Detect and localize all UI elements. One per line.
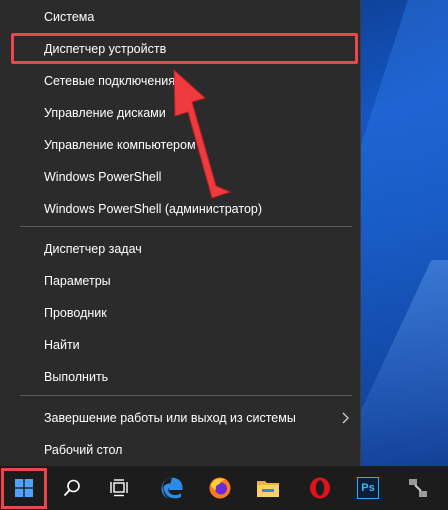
taskbar-search-button[interactable] [48, 466, 96, 510]
task-view-icon [110, 479, 128, 497]
photoshop-icon: Ps [357, 477, 379, 499]
winx-context-menu: Система Диспетчер устройств Сетевые подк… [0, 0, 361, 466]
edge-taskbar-button[interactable] [148, 466, 196, 510]
taskbar: Ps [0, 466, 448, 510]
file-explorer-taskbar-button[interactable] [244, 466, 292, 510]
menu-item-label: Управление компьютером [44, 138, 196, 152]
pinned-app-taskbar-button[interactable] [394, 466, 442, 510]
menu-item-label: Параметры [44, 274, 111, 288]
menu-item-network-connections[interactable]: Сетевые подключения [0, 65, 361, 97]
firefox-icon [209, 477, 231, 499]
menu-item-search[interactable]: Найти [0, 329, 361, 361]
menu-item-label: Найти [44, 338, 80, 352]
folder-icon [257, 481, 279, 497]
menu-item-disk-management[interactable]: Управление дисками [0, 97, 361, 129]
chevron-right-icon [342, 412, 349, 424]
search-icon [63, 479, 80, 497]
highlight-box-start [1, 468, 47, 509]
menu-item-label: Управление дисками [44, 106, 166, 120]
menu-item-computer-management[interactable]: Управление компьютером [0, 129, 361, 161]
menu-item-label: Завершение работы или выход из системы [44, 411, 296, 425]
highlight-box-device-manager [11, 33, 358, 64]
menu-divider [20, 226, 352, 227]
opera-icon [310, 477, 330, 499]
menu-item-label: Диспетчер задач [44, 242, 142, 256]
photoshop-taskbar-button[interactable]: Ps [344, 466, 392, 510]
menu-item-shutdown-signout[interactable]: Завершение работы или выход из системы [0, 402, 361, 434]
menu-item-powershell[interactable]: Windows PowerShell [0, 161, 361, 193]
menu-item-desktop[interactable]: Рабочий стол [0, 434, 361, 466]
menu-item-label: Windows PowerShell [44, 170, 162, 184]
menu-item-explorer[interactable]: Проводник [0, 297, 361, 329]
menu-item-task-manager[interactable]: Диспетчер задач [0, 233, 361, 265]
firefox-taskbar-button[interactable] [196, 466, 244, 510]
edge-browser-icon [161, 477, 183, 499]
menu-item-label: Сетевые подключения [44, 74, 176, 88]
menu-item-label: Выполнить [44, 370, 109, 384]
menu-item-label: Проводник [44, 306, 107, 320]
opera-taskbar-button[interactable] [296, 466, 344, 510]
menu-item-label: Windows PowerShell (администратор) [44, 202, 263, 216]
menu-item-run[interactable]: Выполнить [0, 361, 361, 393]
menu-item-settings[interactable]: Параметры [0, 265, 361, 297]
network-cable-icon [409, 479, 427, 497]
menu-divider [20, 395, 352, 396]
menu-item-powershell-admin[interactable]: Windows PowerShell (администратор) [0, 193, 361, 225]
menu-item-system[interactable]: Система [0, 1, 361, 33]
menu-item-label: Система [44, 10, 95, 24]
menu-item-label: Рабочий стол [44, 443, 123, 457]
task-view-button[interactable] [96, 466, 144, 510]
